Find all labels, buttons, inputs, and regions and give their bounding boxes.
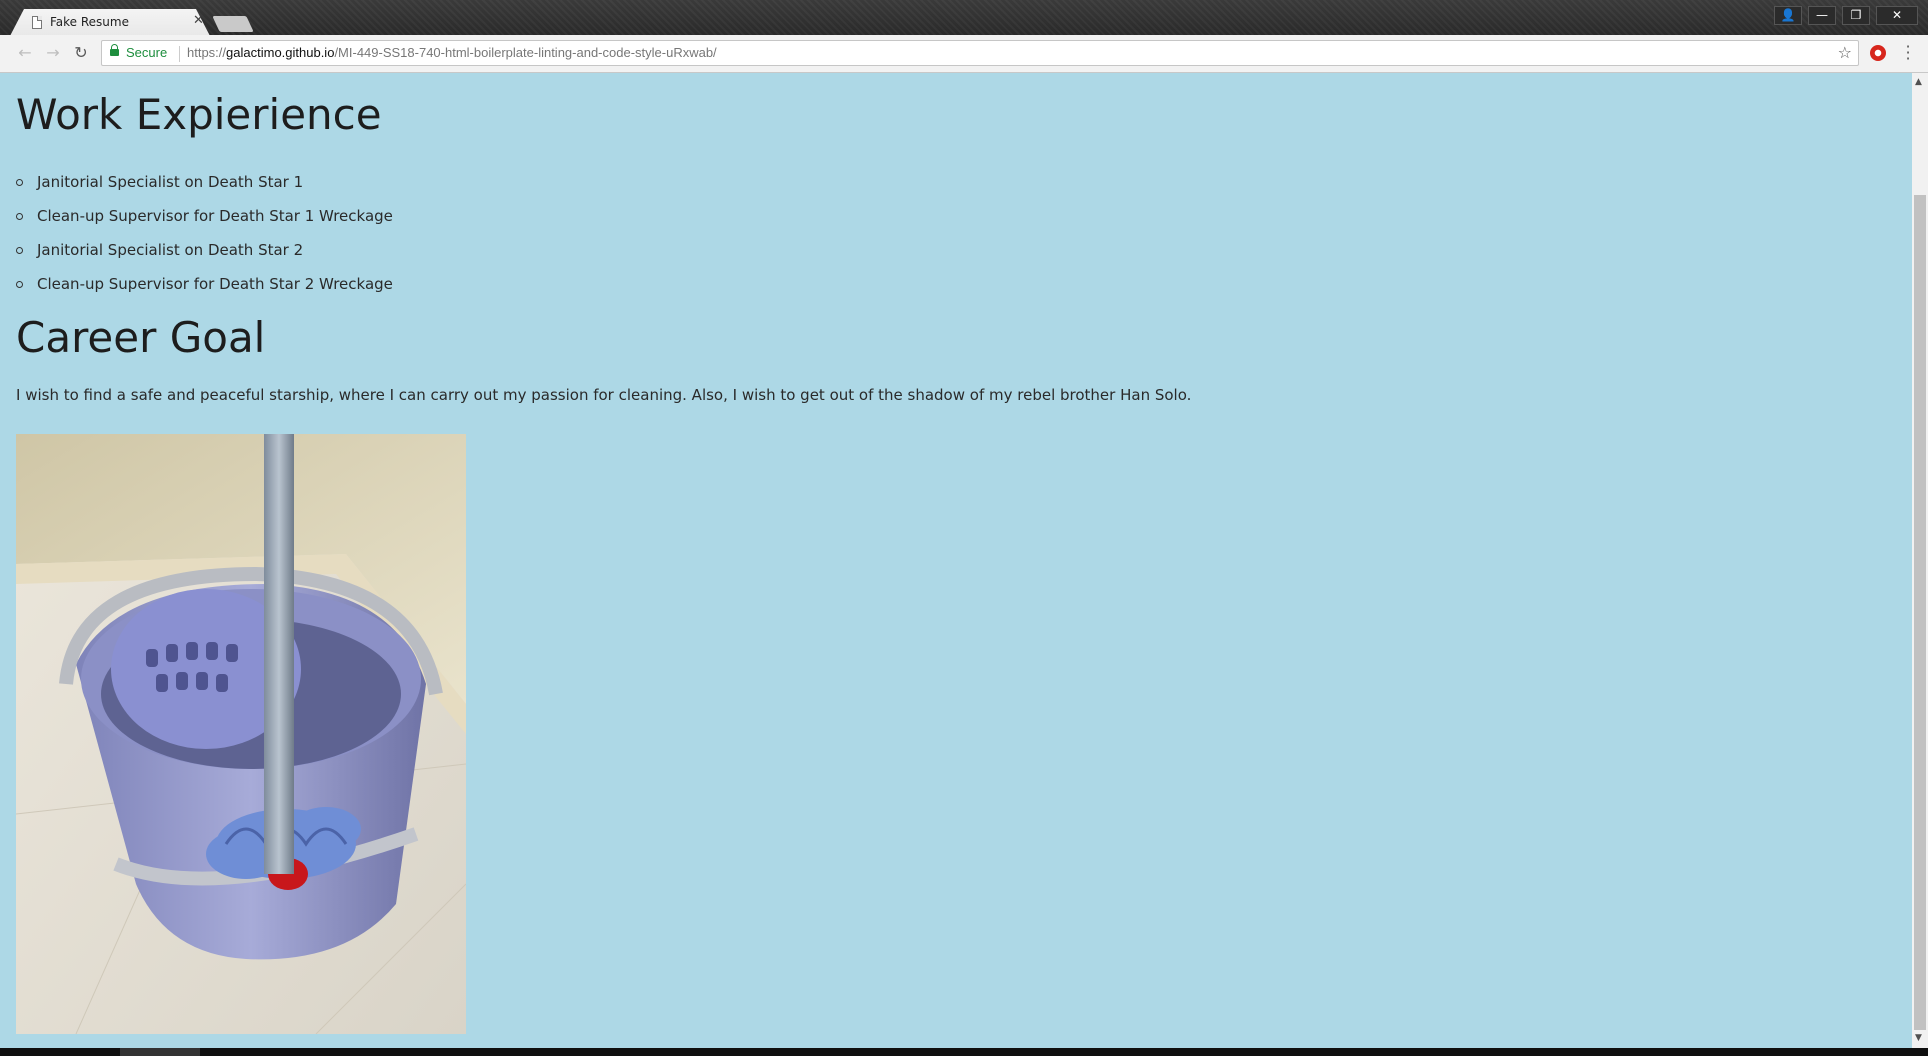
url-text[interactable]: https://galactimo.github.io/MI-449-SS18-…: [187, 45, 717, 60]
career-goal-text: I wish to find a safe and peaceful stars…: [16, 386, 1192, 404]
scroll-down-arrow-icon[interactable]: ▼: [1915, 1033, 1922, 1043]
page-icon: [32, 16, 42, 29]
browser-toolbar: ← → ↻ Secure https://galactimo.github.io…: [0, 35, 1928, 73]
list-item: Clean-up Supervisor for Death Star 2 Wre…: [16, 267, 393, 301]
secure-label: Secure: [126, 45, 168, 60]
browser-title-bar: Fake Resume ✕ 👤 — ❐ ✕: [0, 0, 1928, 36]
url-host: galactimo.github.io: [226, 45, 335, 60]
os-taskbar: [0, 1048, 1928, 1056]
work-experience-heading: Work Expierience: [16, 90, 382, 139]
new-tab-button[interactable]: [212, 16, 254, 32]
scroll-thumb[interactable]: [1914, 195, 1926, 1030]
mop-bucket-image: [16, 434, 466, 1034]
url-path: /MI-449-SS18-740-html-boilerplate-lintin…: [334, 45, 717, 60]
bookmark-star-icon[interactable]: ☆: [1838, 43, 1852, 62]
menu-kebab-icon[interactable]: · · ·: [1904, 39, 1912, 67]
address-bar[interactable]: Secure https://galactimo.github.io/MI-44…: [101, 40, 1859, 66]
profile-icon[interactable]: 👤: [1774, 6, 1802, 25]
career-goal-heading: Career Goal: [16, 313, 266, 362]
taskbar-item[interactable]: [120, 1048, 200, 1056]
job-list: Janitorial Specialist on Death Star 1 Cl…: [16, 165, 393, 301]
list-item: Janitorial Specialist on Death Star 1: [16, 165, 393, 199]
opera-extension-icon[interactable]: [1870, 45, 1886, 61]
page-viewport: Work Expierience Janitorial Specialist o…: [0, 73, 1912, 1048]
window-controls: 👤 — ❐ ✕: [1774, 6, 1918, 26]
scroll-up-arrow-icon[interactable]: ▲: [1915, 77, 1922, 87]
list-item: Janitorial Specialist on Death Star 2: [16, 233, 393, 267]
forward-arrow-icon[interactable]: →: [44, 44, 62, 62]
address-separator: [179, 46, 180, 62]
tab-fake-resume[interactable]: Fake Resume ✕: [10, 9, 210, 36]
url-scheme: https://: [187, 45, 227, 60]
reload-icon[interactable]: ↻: [72, 44, 90, 62]
close-tab-icon[interactable]: ✕: [193, 13, 204, 28]
lock-icon: [110, 44, 119, 56]
list-item: Clean-up Supervisor for Death Star 1 Wre…: [16, 199, 393, 233]
minimize-button[interactable]: —: [1808, 6, 1836, 25]
close-window-button[interactable]: ✕: [1876, 6, 1918, 25]
tab-title: Fake Resume: [50, 15, 129, 29]
vertical-scrollbar[interactable]: ▲ ▼: [1912, 73, 1928, 1048]
restore-button[interactable]: ❐: [1842, 6, 1870, 25]
back-arrow-icon[interactable]: ←: [16, 44, 34, 62]
